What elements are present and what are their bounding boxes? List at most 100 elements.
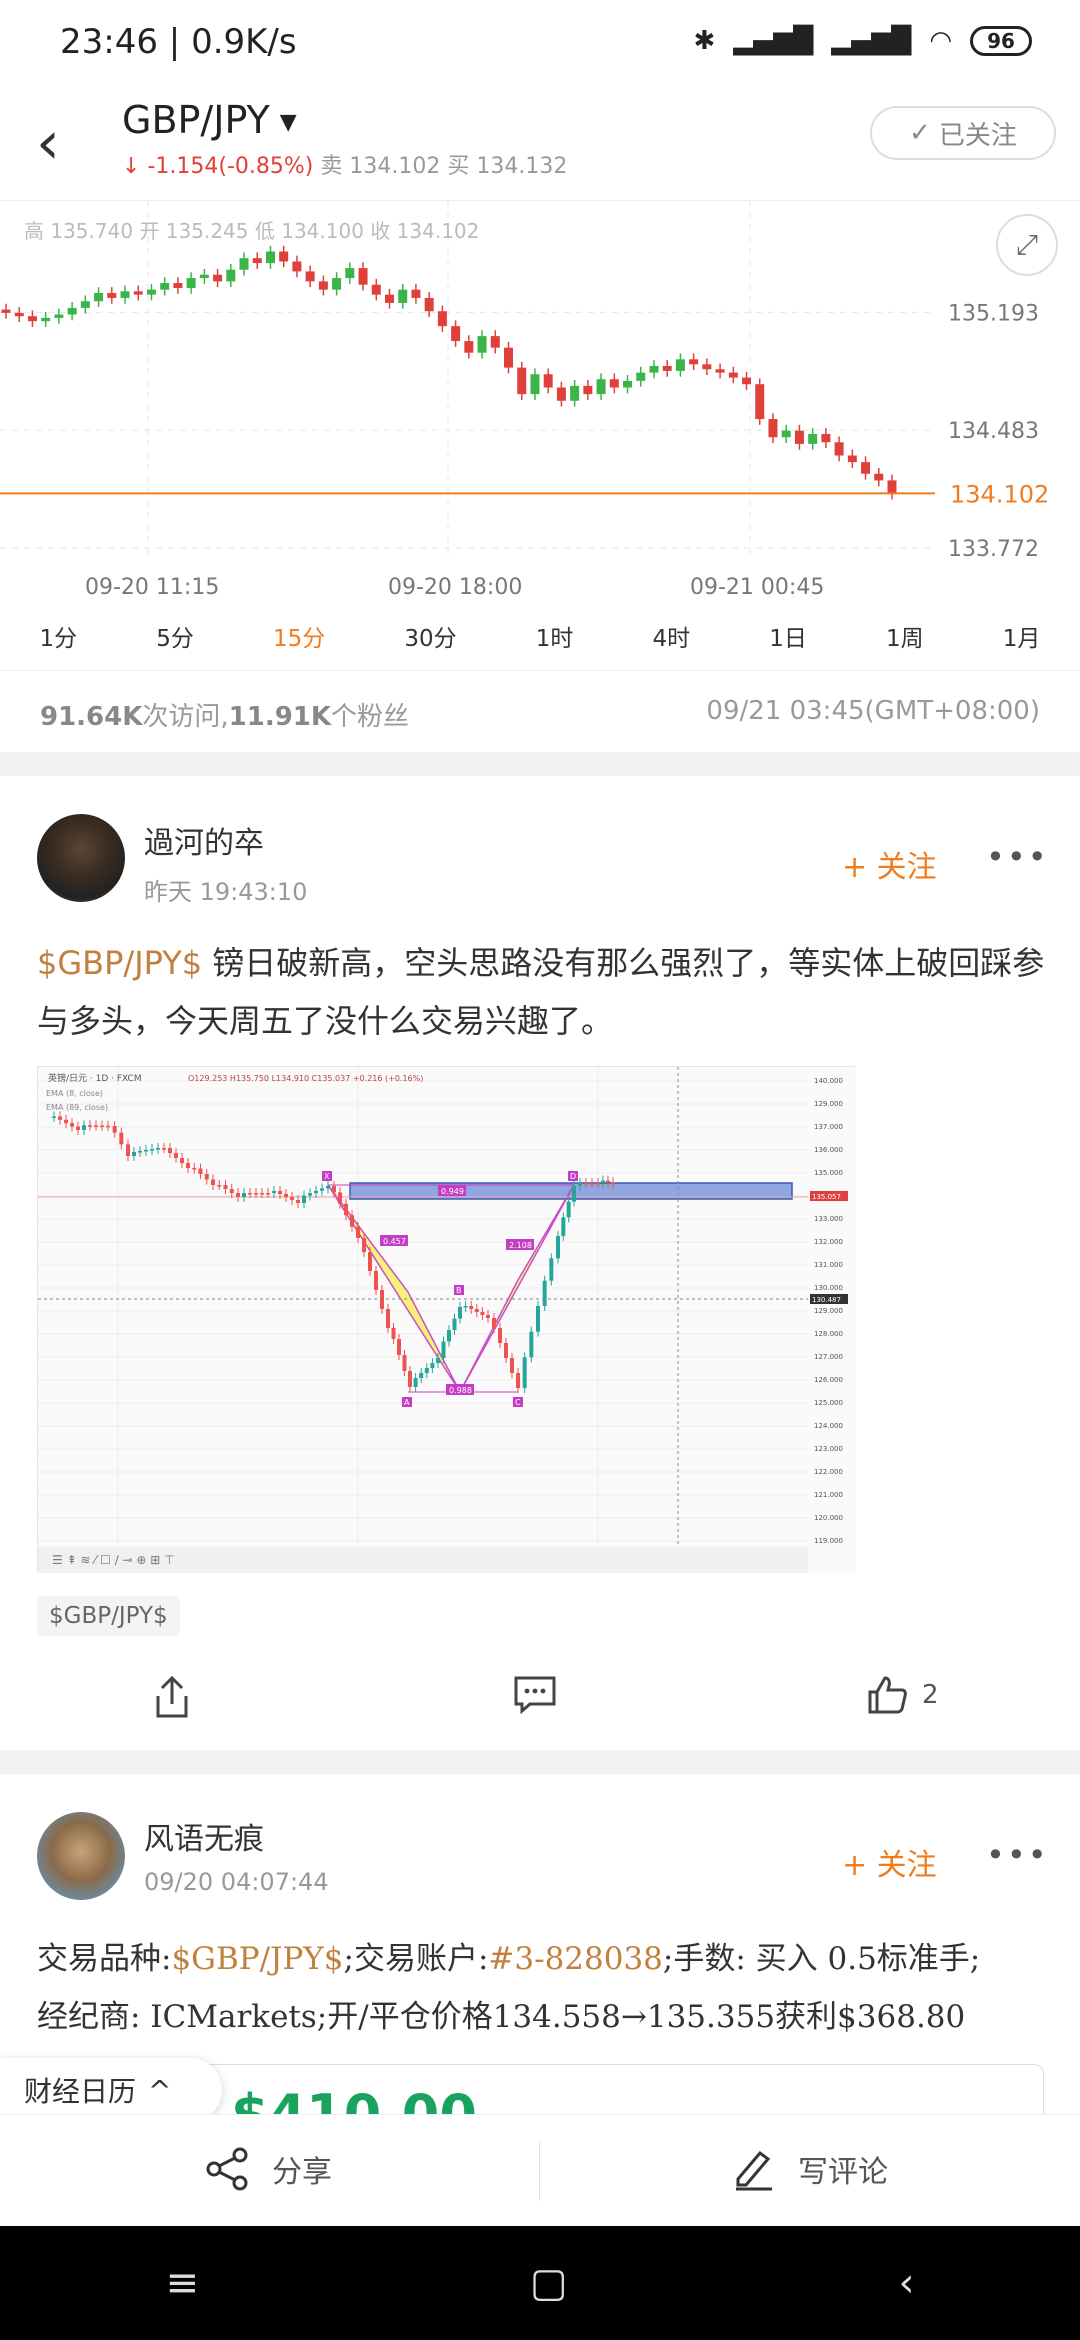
more-icon[interactable]: ••• xyxy=(986,838,1049,876)
image-candle-body xyxy=(611,1182,615,1184)
candle-body xyxy=(292,261,302,272)
image-candle-body xyxy=(368,1252,372,1271)
author-name[interactable]: 风语无痕 xyxy=(144,1814,264,1858)
candle-body xyxy=(596,379,606,395)
image-candle-body xyxy=(132,1152,136,1156)
follow-button[interactable]: + 关注 xyxy=(842,842,937,886)
like-button[interactable]: 2 xyxy=(866,1674,939,1716)
candle-body xyxy=(213,274,223,282)
image-candle-body xyxy=(119,1132,124,1145)
candle-body xyxy=(305,271,315,282)
image-candle-body xyxy=(566,1201,571,1218)
tab-timeframe[interactable]: 1日 xyxy=(769,619,807,653)
followed-button[interactable]: ✓ 已关注 xyxy=(870,106,1056,160)
back-nav-icon[interactable]: ‹ xyxy=(899,2260,915,2306)
image-candle-body xyxy=(510,1358,514,1373)
tab-timeframe[interactable]: 15分 xyxy=(273,619,325,653)
system-nav-bar: ≡ ▢ ‹ xyxy=(0,2226,1080,2340)
image-candle-body xyxy=(578,1183,582,1186)
post-actions: 2 xyxy=(0,1660,1080,1740)
menu-icon[interactable]: ≡ xyxy=(165,2260,199,2306)
tab-timeframe[interactable]: 1周 xyxy=(886,619,924,653)
tab-timeframe[interactable]: 1月 xyxy=(1003,619,1041,653)
author-name[interactable]: 過河的卒 xyxy=(144,818,264,862)
candle-body xyxy=(702,364,712,370)
candle-body xyxy=(728,372,738,378)
candle-body xyxy=(662,365,672,371)
tab-timeframe[interactable]: 30分 xyxy=(404,619,456,653)
symbol-selector[interactable]: GBP/JPY ▼ xyxy=(122,98,297,142)
share-post-button[interactable] xyxy=(152,1674,192,1720)
image-candle-body xyxy=(82,1125,86,1130)
image-candle-body xyxy=(186,1163,190,1168)
quote-line: ↓ -1.154(-0.85%) 卖 134.102 买 134.132 xyxy=(122,154,568,179)
candle-body xyxy=(556,387,566,401)
x-tick-label: 09-20 18:00 xyxy=(388,575,522,600)
image-candle-body xyxy=(248,1193,252,1195)
home-icon[interactable]: ▢ xyxy=(530,2260,568,2306)
bluetooth-icon: ✱ xyxy=(693,26,716,56)
image-candle-body xyxy=(452,1318,457,1330)
finance-calendar-button[interactable]: 财经日历 ^ xyxy=(0,2058,222,2122)
sell-price: 134.102 xyxy=(349,154,441,179)
image-price-tag: 135.057 xyxy=(812,1193,841,1201)
symbol-chip[interactable]: $GBP/JPY$ xyxy=(37,1596,180,1636)
candle-body xyxy=(67,307,77,315)
tab-timeframe[interactable]: 4时 xyxy=(653,619,691,653)
svg-text:X: X xyxy=(324,1172,330,1181)
tab-timeframe[interactable]: 1时 xyxy=(536,619,574,653)
chevron-up-icon: ^ xyxy=(148,2073,172,2107)
image-candle-body xyxy=(463,1306,468,1308)
candle-body xyxy=(834,442,844,456)
svg-text:D: D xyxy=(570,1172,576,1181)
image-candle-body xyxy=(296,1200,300,1203)
back-icon[interactable]: ‹ xyxy=(36,108,86,178)
image-candle-body xyxy=(204,1174,209,1180)
candle-body xyxy=(451,326,461,342)
image-candle-body xyxy=(516,1373,520,1388)
avatar[interactable] xyxy=(37,1812,125,1900)
image-candle-body xyxy=(350,1215,354,1227)
image-candle-body xyxy=(260,1193,264,1195)
image-candle-body xyxy=(391,1328,396,1339)
candle-body xyxy=(120,291,130,298)
svg-text:2.108: 2.108 xyxy=(509,1241,532,1250)
candlestick-chart: 高 135.740 开 135.245 低 134.100 收 134.102 … xyxy=(0,200,1049,600)
write-comment-button[interactable]: 写评论 xyxy=(730,2145,888,2193)
image-y-tick: 132.000 xyxy=(814,1238,843,1246)
image-candle-body xyxy=(436,1358,440,1363)
candle-body xyxy=(715,369,725,373)
account-link[interactable]: #3-828038 xyxy=(488,1941,663,1977)
tab-timeframe[interactable]: 5分 xyxy=(156,619,194,653)
follow-button[interactable]: + 关注 xyxy=(842,1840,937,1884)
avatar[interactable] xyxy=(37,814,125,902)
image-y-tick: 136.000 xyxy=(814,1146,843,1154)
candle-body xyxy=(1,309,11,313)
image-candle-body xyxy=(402,1355,407,1371)
candle-body xyxy=(477,336,487,353)
symbol-tag-link[interactable]: $GBP/JPY$ xyxy=(37,944,202,982)
more-icon[interactable]: ••• xyxy=(986,1836,1049,1874)
image-y-tick: 137.000 xyxy=(814,1123,843,1131)
post-image[interactable]: 英镑/日元 · 1D · FXCM O129.253 H135.750 L134… xyxy=(37,1066,856,1573)
candle-body xyxy=(609,379,619,388)
comment-post-button[interactable] xyxy=(512,1674,558,1714)
candle-body xyxy=(398,289,408,303)
candle-body xyxy=(384,294,394,303)
image-candle-body xyxy=(504,1343,508,1358)
fullscreen-icon[interactable]: ⤢ xyxy=(996,214,1058,276)
share-nodes-icon xyxy=(206,2147,248,2191)
candle-body xyxy=(14,312,24,317)
candle-body xyxy=(424,297,434,312)
candle-body xyxy=(821,433,831,443)
image-y-tick: 133.000 xyxy=(814,1215,843,1223)
image-y-tick: 135.000 xyxy=(814,1169,843,1177)
symbol-tag-link[interactable]: $GBP/JPY$ xyxy=(171,1941,343,1977)
image-candle-body xyxy=(430,1363,435,1368)
price-chart[interactable]: 高 135.740 开 135.245 低 134.100 收 134.102 … xyxy=(0,200,1080,620)
tab-timeframe[interactable]: 1分 xyxy=(40,619,78,653)
candle-body xyxy=(186,278,196,288)
share-button[interactable]: 分享 xyxy=(204,2145,332,2193)
image-candle-body xyxy=(408,1371,412,1387)
image-candle-body xyxy=(413,1378,418,1387)
